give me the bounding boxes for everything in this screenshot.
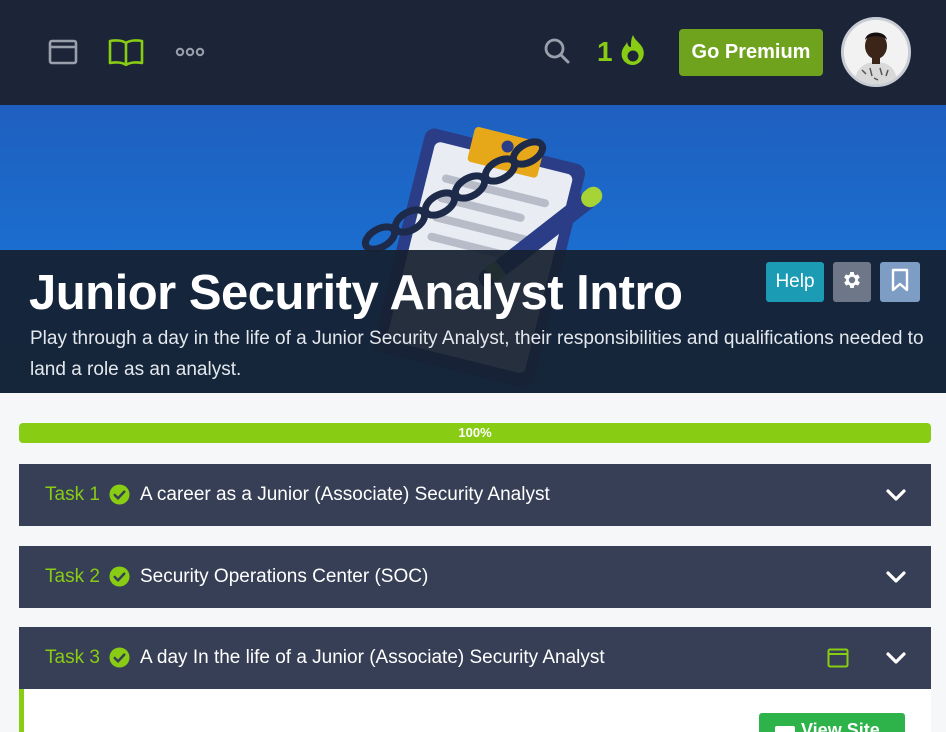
view-site-label: View Site — [801, 720, 880, 732]
browser-icon[interactable] — [827, 647, 849, 669]
room-title: Junior Security Analyst Intro — [29, 266, 683, 320]
chevron-down-icon[interactable] — [885, 484, 907, 506]
progress-label: 100% — [458, 425, 492, 440]
task-title: A day In the life of a Junior (Associate… — [140, 647, 605, 668]
bookmark-button[interactable] — [880, 262, 920, 302]
search-icon[interactable] — [540, 34, 574, 68]
chevron-down-icon[interactable] — [885, 566, 907, 588]
check-circle-icon — [109, 484, 130, 505]
settings-button[interactable] — [833, 262, 871, 302]
task-number: Task 2 — [45, 566, 100, 587]
task-2-header[interactable]: Task 2 Security Operations Center (SOC) — [19, 546, 931, 608]
go-premium-button[interactable]: Go Premium — [679, 29, 823, 76]
room-progress-bar: 100% — [19, 423, 931, 443]
bookmark-icon — [891, 268, 909, 297]
room-banner: Junior Security Analyst Intro Play throu… — [0, 105, 946, 393]
more-icon[interactable] — [172, 34, 208, 70]
book-icon[interactable] — [108, 34, 144, 70]
top-navbar: 1 Go Premium — [0, 0, 946, 105]
streak-count: 1 — [597, 36, 613, 67]
view-site-button[interactable]: View Site — [759, 713, 905, 732]
browser-icon[interactable] — [45, 34, 81, 70]
browser-window-icon — [775, 726, 795, 732]
task-title: A career as a Junior (Associate) Securit… — [140, 484, 550, 505]
check-circle-icon — [109, 566, 130, 587]
streak-counter[interactable]: 1 — [597, 33, 647, 71]
task-3-header[interactable]: Task 3 A day In the life of a Junior (As… — [19, 627, 931, 689]
gear-icon — [841, 269, 863, 296]
chevron-down-icon[interactable] — [885, 647, 907, 669]
avatar[interactable] — [841, 17, 911, 87]
check-circle-icon — [109, 647, 130, 668]
room-description: Play through a day in the life of a Juni… — [30, 328, 924, 380]
task-1-header[interactable]: Task 1 A career as a Junior (Associate) … — [19, 464, 931, 526]
flame-icon — [619, 34, 647, 71]
task-number: Task 1 — [45, 484, 100, 505]
help-button[interactable]: Help — [766, 262, 824, 302]
task-title: Security Operations Center (SOC) — [140, 566, 429, 587]
task-number: Task 3 — [45, 647, 100, 668]
